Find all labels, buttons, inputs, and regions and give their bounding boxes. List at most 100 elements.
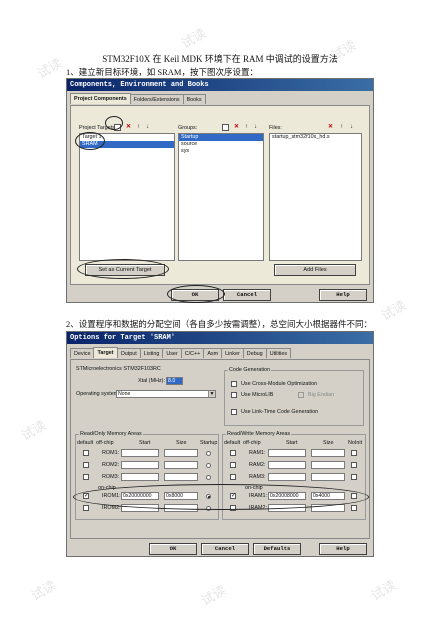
noinit-checkbox[interactable] bbox=[351, 450, 357, 456]
startup-radio[interactable] bbox=[206, 463, 211, 468]
col-header: Start bbox=[286, 440, 298, 446]
device-name: STMicroelectronics STM32F103RC bbox=[76, 366, 161, 372]
tab-bar: Project Components Folders/Extensions Bo… bbox=[70, 93, 206, 105]
link-time-checkbox[interactable] bbox=[231, 409, 237, 415]
start-input[interactable] bbox=[121, 461, 159, 469]
step-2-text: 2、设置程序和数据的分配空间（各自多少按需调整），总空间大小根据器件不同： bbox=[66, 319, 373, 329]
ok-button[interactable]: OK bbox=[149, 543, 197, 555]
defaults-button[interactable]: Defaults bbox=[253, 543, 301, 555]
groups-list[interactable]: Startup source sys bbox=[178, 133, 264, 261]
size-input[interactable] bbox=[164, 449, 198, 457]
arrow-down-icon[interactable]: ↓ bbox=[252, 124, 259, 131]
list-item[interactable]: source bbox=[179, 141, 263, 148]
delete-x-icon[interactable]: ✕ bbox=[233, 124, 240, 131]
noinit-checkbox[interactable] bbox=[351, 505, 357, 511]
col-header: off-chip bbox=[243, 440, 261, 446]
tab-target[interactable]: Target bbox=[93, 347, 118, 358]
os-label: Operating system: bbox=[76, 391, 120, 397]
col-header: default bbox=[77, 440, 94, 446]
dialog-title: Options for Target 'SRAM' bbox=[67, 332, 373, 344]
row-label: ROM2: bbox=[102, 462, 120, 468]
arrow-up-icon[interactable]: ↑ bbox=[135, 124, 142, 131]
xtal-input[interactable]: 8.0 bbox=[166, 377, 183, 385]
row-label: RAM3: bbox=[249, 474, 266, 480]
add-files-button[interactable]: Add Files bbox=[274, 264, 356, 276]
col-header: NoInit bbox=[348, 440, 363, 446]
files-list[interactable]: startup_stm32f10x_hd.s bbox=[269, 133, 362, 261]
default-checkbox[interactable] bbox=[83, 462, 89, 468]
default-checkbox[interactable] bbox=[83, 505, 89, 511]
group-title: Code Generation bbox=[228, 367, 272, 373]
col-header: default bbox=[224, 440, 241, 446]
new-icon[interactable] bbox=[222, 124, 229, 131]
watermark-text: 试读 bbox=[368, 578, 400, 605]
arrow-down-icon[interactable]: ↓ bbox=[144, 124, 151, 131]
help-button[interactable]: Help bbox=[319, 289, 367, 301]
startup-radio[interactable] bbox=[206, 451, 211, 456]
row-label: RAM2: bbox=[249, 462, 266, 468]
cancel-button[interactable]: Cancel bbox=[201, 543, 249, 555]
arrow-down-icon[interactable]: ↓ bbox=[348, 124, 355, 131]
noinit-checkbox[interactable] bbox=[351, 474, 357, 480]
tab-books[interactable]: Books bbox=[182, 94, 206, 104]
os-select[interactable]: None ▼ bbox=[116, 390, 216, 398]
size-input[interactable] bbox=[311, 449, 345, 457]
size-input[interactable] bbox=[164, 473, 198, 481]
tab-asm[interactable]: Asm bbox=[203, 348, 223, 358]
xtal-label: Xtal (MHz): bbox=[138, 378, 165, 384]
options-for-target-dialog: Options for Target 'SRAM' Device Target … bbox=[66, 331, 374, 557]
targets-list[interactable]: Target 1 SRAM bbox=[79, 133, 175, 261]
arrow-up-icon[interactable]: ↑ bbox=[243, 124, 250, 131]
start-input[interactable] bbox=[121, 473, 159, 481]
tab-user[interactable]: User bbox=[162, 348, 182, 358]
size-input[interactable] bbox=[311, 473, 345, 481]
col-header: Size bbox=[176, 440, 187, 446]
row-label: RAM1: bbox=[249, 450, 266, 456]
microlib-checkbox[interactable] bbox=[231, 392, 237, 398]
tab-utilities[interactable]: Utilities bbox=[265, 348, 292, 358]
tab-debug[interactable]: Debug bbox=[242, 348, 267, 358]
start-input[interactable] bbox=[268, 461, 306, 469]
cancel-button[interactable]: Cancel bbox=[223, 289, 271, 301]
tab-project-components[interactable]: Project Components bbox=[70, 93, 131, 104]
cross-module-checkbox[interactable] bbox=[231, 381, 237, 387]
tab-c-cpp[interactable]: C/C++ bbox=[180, 348, 205, 358]
col-header: Start bbox=[139, 440, 151, 446]
default-checkbox[interactable] bbox=[83, 474, 89, 480]
tab-listing[interactable]: Listing bbox=[139, 348, 164, 358]
list-item-selected[interactable]: Startup bbox=[179, 134, 263, 141]
default-checkbox[interactable] bbox=[230, 474, 236, 480]
size-input[interactable] bbox=[164, 461, 198, 469]
tab-output[interactable]: Output bbox=[116, 348, 141, 358]
start-input[interactable] bbox=[268, 473, 306, 481]
delete-x-icon[interactable]: ✕ bbox=[125, 124, 132, 131]
row-label: ROM1: bbox=[102, 450, 120, 456]
size-input[interactable] bbox=[311, 461, 345, 469]
microlib-label: Use MicroLIB bbox=[241, 392, 274, 398]
delete-x-icon[interactable]: ✕ bbox=[327, 124, 334, 131]
noinit-checkbox[interactable] bbox=[351, 462, 357, 468]
tab-panel: STMicroelectronics STM32F103RC Xtal (MHz… bbox=[70, 359, 370, 539]
default-checkbox[interactable] bbox=[230, 450, 236, 456]
annotation-ellipse bbox=[73, 484, 369, 510]
group-title: Read/Write Memory Areas bbox=[226, 431, 292, 437]
start-input[interactable] bbox=[121, 449, 159, 457]
list-item[interactable]: sys bbox=[179, 148, 263, 155]
arrow-up-icon[interactable]: ↑ bbox=[338, 124, 345, 131]
tab-device[interactable]: Device bbox=[70, 348, 95, 358]
big-endian-checkbox[interactable] bbox=[298, 392, 304, 398]
default-checkbox[interactable] bbox=[83, 450, 89, 456]
tab-linker[interactable]: Linker bbox=[221, 348, 244, 358]
startup-radio[interactable] bbox=[206, 475, 211, 480]
annotation-ellipse bbox=[167, 285, 225, 303]
start-input[interactable] bbox=[268, 449, 306, 457]
help-button[interactable]: Help bbox=[319, 543, 367, 555]
tab-bar: Device Target Output Listing User C/C++ … bbox=[70, 347, 292, 359]
list-item[interactable]: startup_stm32f10x_hd.s bbox=[270, 134, 361, 141]
default-checkbox[interactable] bbox=[230, 462, 236, 468]
watermark-text: 试读 bbox=[28, 578, 60, 605]
tab-folders-extensions[interactable]: Folders/Extensions bbox=[129, 94, 184, 104]
watermark-text: 试读 bbox=[178, 26, 210, 53]
dialog-title: Components, Environment and Books bbox=[67, 79, 373, 91]
row-label: ROM3: bbox=[102, 474, 120, 480]
